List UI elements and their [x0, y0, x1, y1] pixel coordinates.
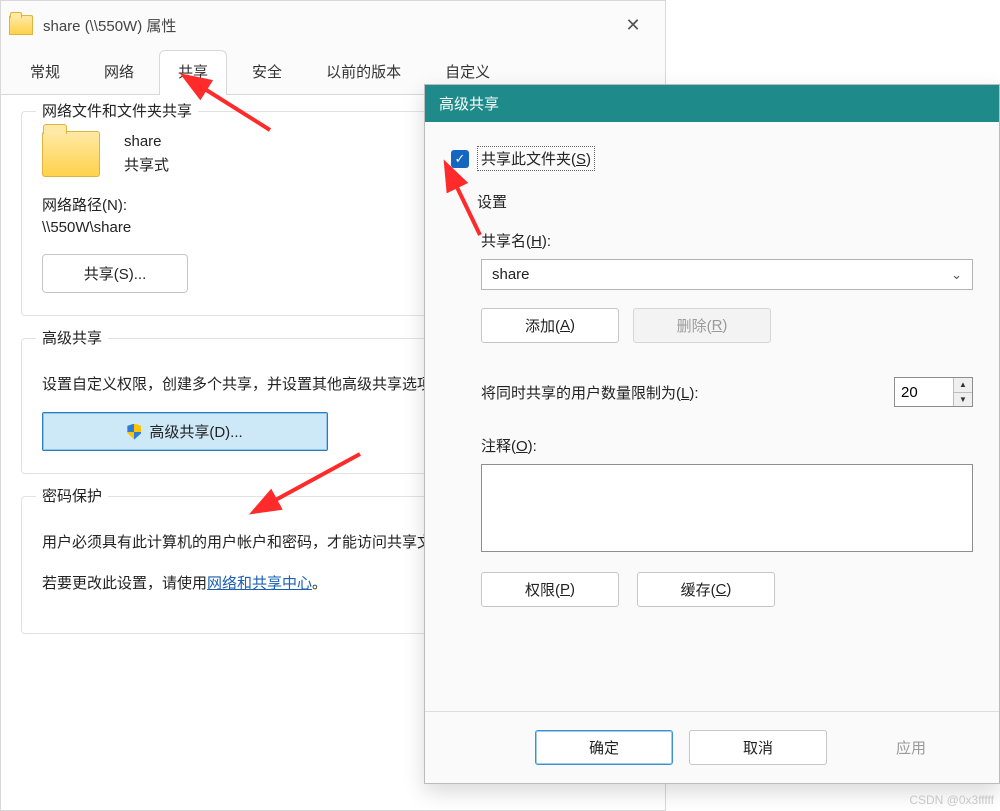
add-share-button[interactable]: 添加(A)	[481, 308, 619, 343]
tab-previous[interactable]: 以前的版本	[307, 50, 420, 94]
properties-titlebar: share (\\550W) 属性 ✕	[1, 1, 665, 49]
group-advanced-share-title: 高级共享	[36, 327, 108, 348]
permissions-button[interactable]: 权限(P)	[481, 572, 619, 607]
watermark: CSDN @0x3fffff	[909, 793, 994, 807]
tab-general[interactable]: 常规	[11, 50, 79, 94]
advanced-sharing-dialog: 高级共享 共享此文件夹(S) 设置 共享名(H): share ⌄ 添加(A	[424, 84, 1000, 784]
share-folder-icon	[42, 131, 100, 177]
spinner-down-icon[interactable]: ▼	[954, 393, 972, 407]
spinner-up-icon[interactable]: ▲	[954, 378, 972, 393]
tab-network[interactable]: 网络	[85, 50, 153, 94]
advanced-share-button-label: 高级共享(D)...	[149, 421, 242, 442]
uac-shield-icon	[127, 424, 141, 440]
background-window-controls: — ▢ ✕	[670, 0, 1000, 48]
apply-button: 应用	[843, 730, 979, 765]
chevron-down-icon: ⌄	[951, 267, 962, 283]
tab-sharing[interactable]: 共享	[159, 50, 227, 94]
group-network-share-title: 网络文件和文件夹共享	[36, 100, 198, 121]
settings-label: 设置	[477, 191, 973, 212]
share-name-value: share	[492, 266, 530, 283]
group-password-protect-title: 密码保护	[36, 485, 108, 506]
cancel-button[interactable]: 取消	[689, 730, 827, 765]
close-icon[interactable]: ✕	[609, 5, 657, 45]
network-sharing-center-link[interactable]: 网络和共享中心	[207, 575, 312, 592]
ok-button[interactable]: 确定	[535, 730, 673, 765]
advanced-sharing-titlebar: 高级共享	[425, 85, 999, 122]
comment-label: 注释(O):	[481, 435, 973, 456]
share-name-label: 共享名(H):	[481, 230, 973, 251]
properties-title: share (\\550W) 属性	[43, 15, 609, 36]
advanced-share-button[interactable]: 高级共享(D)...	[42, 412, 328, 451]
share-this-folder-checkbox[interactable]	[451, 150, 469, 168]
share-button[interactable]: 共享(S)...	[42, 254, 188, 293]
bg-maximize-icon: ▢	[904, 0, 952, 36]
share-item-status: 共享式	[124, 154, 169, 178]
user-limit-label: 将同时共享的用户数量限制为(L):	[481, 382, 699, 403]
remove-share-button: 删除(R)	[633, 308, 771, 343]
user-limit-spinner[interactable]: ▲ ▼	[894, 377, 973, 407]
share-name-select[interactable]: share ⌄	[481, 259, 973, 290]
comment-textarea[interactable]	[481, 464, 973, 552]
folder-icon	[9, 15, 33, 35]
share-item-name: share	[124, 130, 169, 154]
bg-minimize-icon: —	[856, 0, 904, 36]
tab-security[interactable]: 安全	[233, 50, 301, 94]
user-limit-input[interactable]	[895, 378, 953, 406]
bg-close-icon: ✕	[952, 0, 1000, 36]
caching-button[interactable]: 缓存(C)	[637, 572, 775, 607]
share-this-folder-label: 共享此文件夹(S)	[479, 148, 593, 169]
